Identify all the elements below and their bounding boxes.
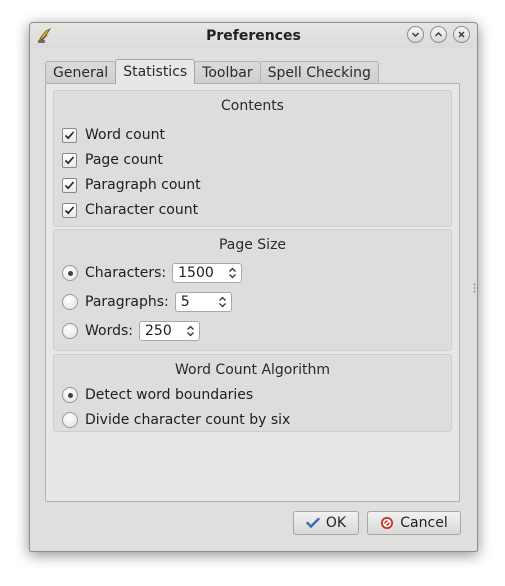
ok-label: OK bbox=[325, 515, 347, 531]
characters-radio[interactable] bbox=[62, 265, 78, 281]
checkbox[interactable] bbox=[62, 152, 77, 168]
tab-bar: General Statistics Toolbar Spell Checkin… bbox=[45, 59, 379, 84]
minimize-button[interactable] bbox=[407, 26, 424, 43]
ok-button[interactable]: OK bbox=[293, 511, 359, 535]
characters-option: Characters: 1500 bbox=[62, 262, 243, 284]
paragraph-count-checkbox[interactable]: Paragraph count bbox=[62, 174, 201, 196]
words-option: Words: 250 bbox=[62, 320, 200, 342]
word-count-checkbox[interactable]: Word count bbox=[62, 124, 165, 146]
quill-pen-icon bbox=[36, 26, 54, 44]
paragraphs-spinbox[interactable]: 5 bbox=[174, 292, 232, 312]
words-spinbox[interactable]: 250 bbox=[139, 321, 200, 341]
checkbox-label: Character count bbox=[85, 202, 199, 218]
window-title: Preferences bbox=[206, 27, 301, 44]
window-controls bbox=[407, 26, 470, 43]
chevron-down-icon bbox=[412, 32, 419, 37]
close-button[interactable] bbox=[453, 26, 470, 43]
contents-group: Contents Word count Page count Paragraph… bbox=[53, 90, 452, 227]
words-label: Words: bbox=[85, 323, 133, 339]
checkbox[interactable] bbox=[62, 177, 77, 193]
divide-by-six-radio[interactable] bbox=[62, 412, 78, 428]
spin-arrows-icon[interactable] bbox=[186, 325, 195, 337]
spin-arrows-icon[interactable] bbox=[218, 296, 227, 308]
page-count-checkbox[interactable]: Page count bbox=[62, 149, 163, 171]
tab-general[interactable]: General bbox=[45, 61, 117, 83]
spinbox-value: 250 bbox=[145, 323, 172, 339]
resize-grip-icon[interactable] bbox=[473, 281, 476, 293]
check-icon bbox=[64, 155, 75, 164]
check-icon bbox=[306, 517, 320, 529]
close-icon bbox=[458, 31, 465, 38]
checkbox-label: Word count bbox=[85, 127, 165, 143]
title-bar[interactable]: Preferences bbox=[30, 23, 477, 48]
cancel-button[interactable]: Cancel bbox=[367, 511, 461, 535]
algorithm-group: Word Count Algorithm Detect word boundar… bbox=[53, 354, 452, 432]
detect-boundaries-option[interactable]: Detect word boundaries bbox=[62, 384, 253, 406]
spinbox-value: 1500 bbox=[178, 265, 214, 281]
tab-toolbar[interactable]: Toolbar bbox=[194, 61, 261, 83]
character-count-checkbox[interactable]: Character count bbox=[62, 199, 198, 221]
radio-dot bbox=[67, 392, 73, 398]
check-icon bbox=[64, 205, 75, 214]
page-size-group: Page Size Characters: 1500 Paragraphs: 5 bbox=[53, 229, 452, 351]
check-icon bbox=[64, 130, 75, 139]
contents-title: Contents bbox=[221, 98, 284, 114]
checkbox-label: Page count bbox=[85, 152, 163, 168]
radio-label: Divide character count by six bbox=[85, 412, 291, 428]
spinbox-value: 5 bbox=[180, 294, 190, 310]
chevron-up-icon bbox=[435, 32, 442, 37]
paragraphs-option: Paragraphs: 5 bbox=[62, 291, 232, 313]
statistics-panel: Contents Word count Page count Paragraph… bbox=[45, 83, 460, 502]
paragraphs-label: Paragraphs: bbox=[85, 294, 169, 310]
cancel-label: Cancel bbox=[400, 515, 448, 531]
detect-boundaries-radio[interactable] bbox=[62, 387, 78, 403]
words-radio[interactable] bbox=[62, 323, 78, 339]
radio-label: Detect word boundaries bbox=[85, 387, 254, 403]
divide-by-six-option[interactable]: Divide character count by six bbox=[62, 409, 290, 431]
check-icon bbox=[64, 180, 75, 189]
cancel-icon bbox=[381, 517, 394, 529]
characters-spinbox[interactable]: 1500 bbox=[172, 263, 243, 283]
maximize-button[interactable] bbox=[430, 26, 447, 43]
preferences-window: Preferences General Statistics Toolbar S… bbox=[29, 22, 478, 552]
tab-spell-checking[interactable]: Spell Checking bbox=[259, 61, 379, 83]
algorithm-title: Word Count Algorithm bbox=[174, 362, 331, 378]
spin-arrows-icon[interactable] bbox=[228, 267, 237, 279]
checkbox[interactable] bbox=[62, 202, 77, 218]
characters-label: Characters: bbox=[85, 265, 167, 281]
tab-statistics[interactable]: Statistics bbox=[115, 59, 196, 84]
checkbox[interactable] bbox=[62, 127, 77, 143]
radio-dot bbox=[67, 270, 73, 276]
paragraphs-radio[interactable] bbox=[62, 294, 78, 310]
checkbox-label: Paragraph count bbox=[85, 177, 201, 193]
page-size-title: Page Size bbox=[218, 237, 287, 253]
